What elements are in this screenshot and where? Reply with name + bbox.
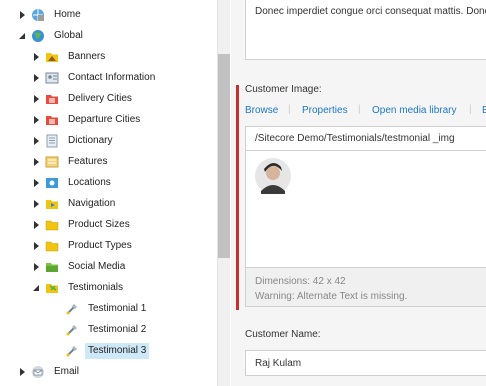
customer-image-label: Customer Image: (245, 84, 322, 95)
features-icon (45, 155, 59, 169)
tree-item-label: Locations (68, 176, 111, 188)
image-warning: Warning: Alternate Text is missing. (255, 291, 408, 302)
collapse-arrow-icon[interactable] (31, 283, 41, 293)
tree-item-label: Product Types (68, 239, 132, 251)
expand-arrow-icon[interactable] (31, 199, 41, 209)
green-folder-icon (45, 260, 59, 274)
tree-item-label: Testimonial 2 (88, 323, 147, 335)
image-info-panel: Dimensions: 42 x 42 Warning: Alternate T… (245, 267, 486, 307)
tree-item[interactable]: Email (17, 361, 82, 382)
tree-item[interactable]: Testimonial 3 (51, 340, 150, 361)
action-separator: | (469, 104, 472, 115)
tree-item-label: Testimonials (68, 281, 124, 293)
city-folder-icon (45, 113, 59, 127)
browse-link[interactable]: Browse (245, 105, 278, 116)
globe-icon (31, 29, 45, 43)
expand-arrow-icon[interactable] (31, 73, 41, 83)
expand-arrow-icon[interactable] (31, 52, 41, 62)
collapse-arrow-icon[interactable] (17, 31, 27, 41)
tree-item-label: Departure Cities (68, 113, 141, 125)
tree-scrollbar-thumb[interactable] (218, 54, 230, 258)
open-media-library-link[interactable]: Open media library (372, 105, 456, 116)
tree-item[interactable]: Social Media (31, 256, 128, 277)
tree-item[interactable]: Features (31, 151, 110, 172)
expand-arrow-icon[interactable] (31, 220, 41, 230)
folder-image-icon (45, 50, 59, 64)
customer-name-value: Raj Kulam (255, 358, 302, 369)
customer-name-input[interactable]: Raj Kulam (245, 350, 486, 376)
text-field[interactable]: Donec imperdiet congue orci consequat ma… (245, 0, 486, 60)
expand-arrow-icon[interactable] (31, 178, 41, 188)
content-tree: Home Global Banners Contact Information Deli… (0, 0, 217, 386)
testimonial-item-icon (65, 302, 79, 316)
tree-item[interactable]: Product Sizes (31, 214, 133, 235)
image-preview-area (245, 151, 486, 267)
tree-item[interactable]: Testimonial 1 (51, 298, 149, 319)
tree-item-label: Social Media (68, 260, 126, 272)
tree-item[interactable]: Departure Cities (31, 109, 143, 130)
tree-item-label: Testimonial 3 (85, 342, 150, 359)
properties-link[interactable]: Properties (302, 105, 348, 116)
home-globe-icon (31, 8, 45, 22)
expand-arrow-icon[interactable] (31, 262, 41, 272)
tree-item-label: Navigation (68, 197, 116, 209)
tree-item-label: Dictionary (68, 134, 113, 146)
tree-item[interactable]: Testimonials (31, 277, 126, 298)
navigation-folder-icon (45, 197, 59, 211)
edit-link[interactable]: E (482, 105, 486, 116)
tree-item[interactable]: Testimonial 2 (51, 319, 149, 340)
tree-item[interactable]: Dictionary (31, 130, 115, 151)
item-editor: Donec imperdiet congue orci consequat ma… (231, 0, 486, 386)
tree-item-label: Contact Information (68, 71, 156, 83)
expand-arrow-icon[interactable] (31, 157, 41, 167)
tree-item-label: Home (54, 8, 81, 20)
yellow-folder-icon (45, 218, 59, 232)
testimonial-item-icon (65, 344, 79, 358)
image-path-value: /Sitecore Demo/Testimonials/testmonial _… (255, 133, 455, 144)
expand-arrow-icon[interactable] (31, 136, 41, 146)
tree-item-label: Delivery Cities (68, 92, 132, 104)
city-folder-icon (45, 92, 59, 106)
tree-item[interactable]: Global (17, 25, 86, 46)
email-icon (31, 365, 45, 379)
validation-error-bar (236, 85, 239, 310)
tree-item-label: Global (54, 29, 83, 41)
image-dimensions: Dimensions: 42 x 42 (255, 276, 346, 287)
tree-item[interactable]: Delivery Cities (31, 88, 135, 109)
tree-item[interactable]: Banners (31, 46, 108, 67)
tree-item[interactable]: Contact Information (31, 67, 158, 88)
location-icon (45, 176, 59, 190)
expand-arrow-icon[interactable] (31, 115, 41, 125)
tree-item-label: Product Sizes (68, 218, 130, 230)
expand-arrow-icon[interactable] (17, 10, 27, 20)
tree-item-label: Features (68, 155, 108, 167)
yellow-folder-icon (45, 239, 59, 253)
customer-name-label: Customer Name: (245, 329, 321, 340)
tree-item[interactable]: Product Types (31, 235, 135, 256)
testimonials-folder-icon (45, 281, 59, 295)
expand-arrow-icon[interactable] (31, 94, 41, 104)
tree-item[interactable]: Home (17, 4, 84, 25)
customer-avatar-image[interactable] (255, 158, 291, 194)
image-path-field[interactable]: /Sitecore Demo/Testimonials/testmonial _… (245, 126, 486, 151)
tree-item-label: Email (54, 365, 80, 377)
action-separator: | (358, 104, 361, 115)
testimonial-item-icon (65, 323, 79, 337)
expand-arrow-icon[interactable] (31, 241, 41, 251)
expand-arrow-icon[interactable] (17, 367, 27, 377)
tree-item[interactable]: Locations (31, 172, 114, 193)
contact-card-icon (45, 71, 59, 85)
text-field-value: Donec imperdiet congue orci consequat ma… (255, 6, 486, 17)
tree-item-label: Testimonial 1 (88, 302, 147, 314)
dictionary-icon (45, 134, 59, 148)
tree-item-label: Banners (68, 50, 106, 62)
action-separator: | (288, 104, 291, 115)
tree-item[interactable]: Navigation (31, 193, 118, 214)
